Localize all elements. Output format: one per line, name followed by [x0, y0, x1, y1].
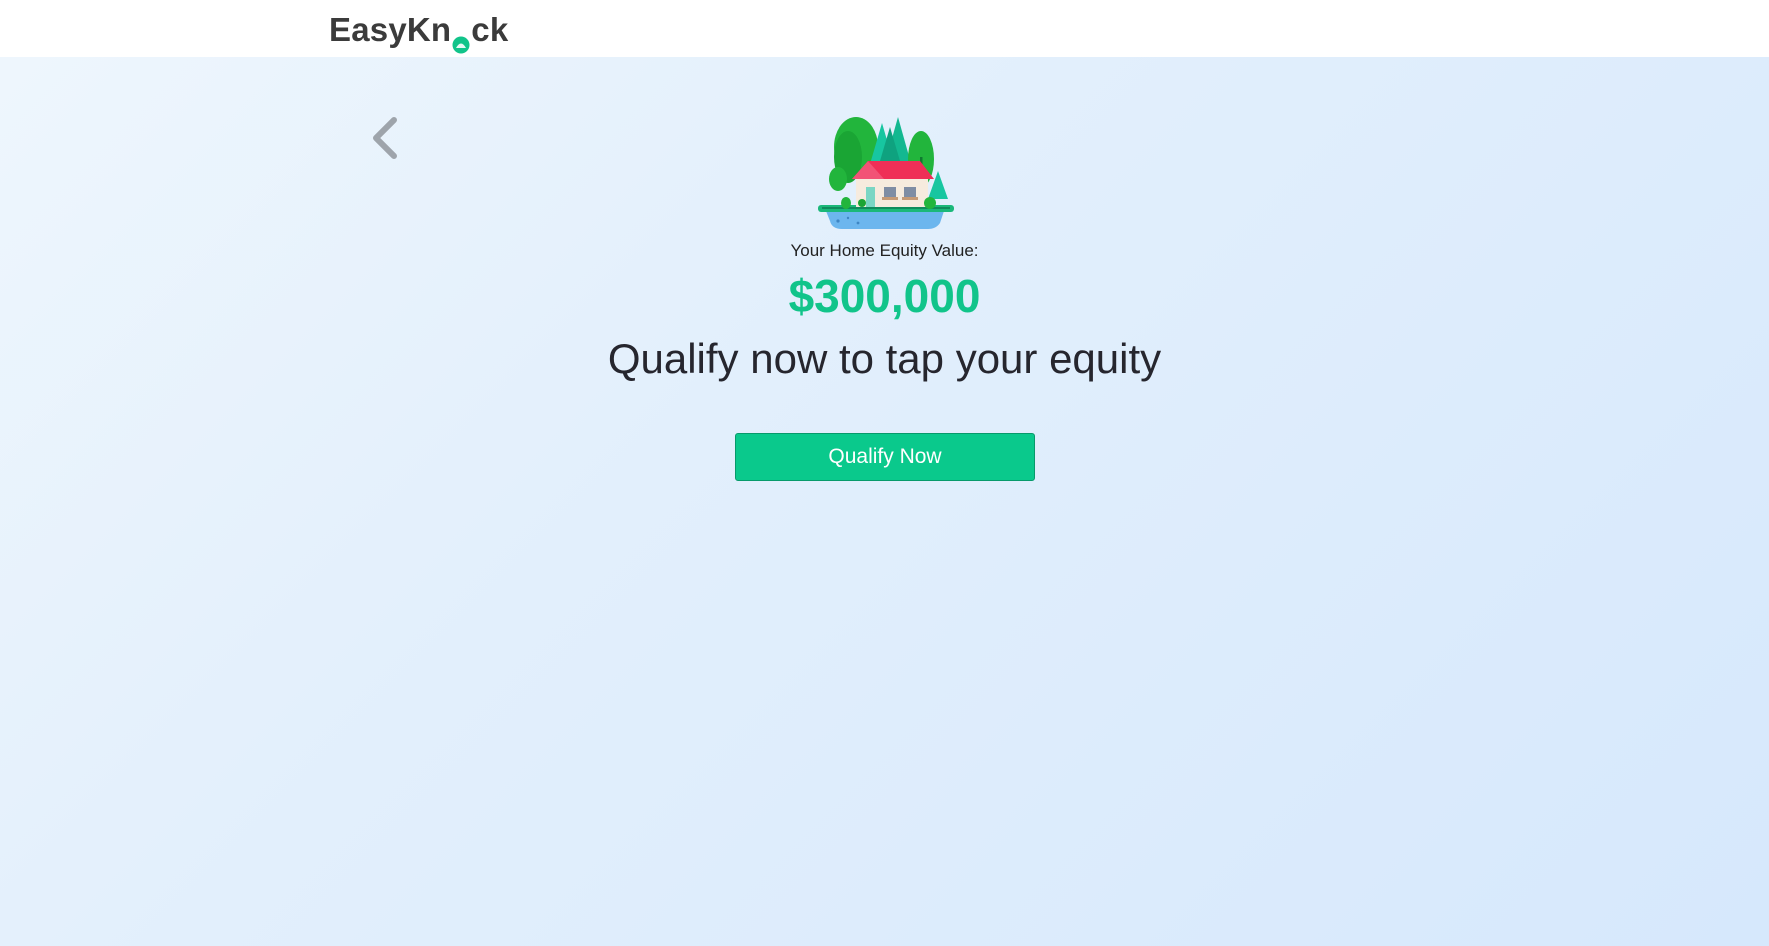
logo-o-mark-icon: [452, 25, 470, 54]
equity-label: Your Home Equity Value:: [790, 241, 979, 260]
logo-text-prefix: EasyKn: [329, 11, 452, 48]
back-button[interactable]: [366, 116, 406, 160]
easyknock-logo[interactable]: EasyKn ck: [329, 11, 509, 54]
qualify-now-button[interactable]: Qualify Now: [735, 433, 1035, 481]
equity-value: $300,000: [788, 270, 981, 322]
page-headline: Qualify now to tap your equity: [607, 335, 1162, 382]
main-content: Your Home Equity Value: $300,000 Qualify…: [0, 57, 1769, 946]
house-with-trees-illustration: [818, 117, 954, 231]
chevron-left-icon: [373, 117, 397, 159]
top-header: EasyKn ck: [0, 0, 1769, 57]
logo-text-suffix: ck: [471, 11, 509, 48]
